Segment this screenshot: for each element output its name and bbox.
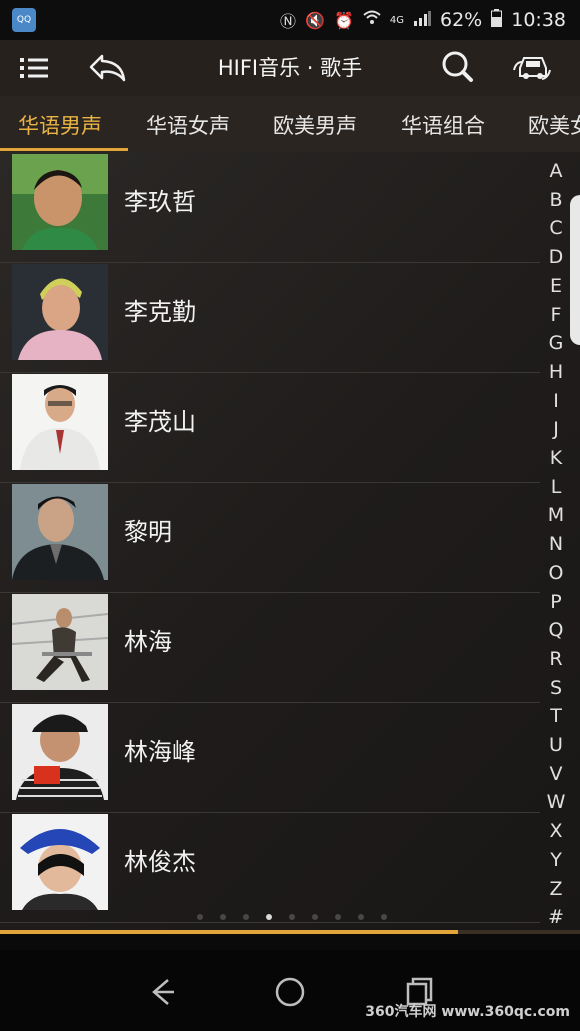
singer-row[interactable]: 李克勤 — [0, 262, 540, 373]
singer-row[interactable]: 黎明 — [0, 482, 540, 593]
alpha-index-letter[interactable]: S — [540, 677, 572, 699]
singer-avatar — [12, 814, 108, 910]
tab-chinese-female[interactable]: 华语女声 — [146, 96, 230, 152]
status-bar: QQ Ⓝ 🔇 ⏰ 4G 62% 10:38 — [0, 0, 580, 40]
watermark: 360汽车网 www.360qc.com — [365, 1004, 570, 1020]
alpha-index-letter[interactable]: Z — [540, 878, 572, 900]
alpha-index-letter[interactable]: T — [540, 705, 572, 727]
back-button[interactable] — [88, 48, 128, 88]
singer-row[interactable]: 李玖哲 — [0, 152, 540, 263]
home-circle-icon — [275, 977, 305, 1007]
alarm-icon: ⏰ — [333, 10, 354, 30]
car-sync-icon — [513, 57, 551, 80]
page-dot — [358, 914, 364, 920]
singer-avatar — [12, 484, 108, 580]
edge-panel-handle[interactable] — [570, 195, 580, 345]
alpha-index-letter[interactable]: B — [540, 189, 572, 211]
nfc-icon: Ⓝ — [280, 12, 297, 31]
page-dot — [266, 914, 272, 920]
menu-button[interactable] — [16, 48, 56, 88]
page-indicator — [0, 910, 580, 924]
singer-avatar — [12, 594, 108, 690]
alpha-index-letter[interactable]: N — [540, 533, 572, 555]
singer-name: 林海峰 — [124, 738, 196, 766]
alpha-index-letter[interactable]: Q — [540, 619, 572, 641]
battery-percent: 62% — [440, 9, 483, 31]
alpha-index-letter[interactable]: A — [540, 160, 572, 182]
alphabet-index[interactable]: A B C D E F G H I J K L M N O P Q R S T U V W X Y Z # — [540, 160, 572, 932]
singer-avatar — [12, 264, 108, 360]
alpha-index-letter[interactable]: E — [540, 275, 572, 297]
search-icon — [442, 51, 473, 82]
alpha-index-letter[interactable]: M — [540, 504, 572, 526]
singer-avatar — [12, 704, 108, 800]
page-dot — [220, 914, 226, 920]
signal-icon — [413, 10, 431, 30]
active-tab-indicator — [0, 148, 128, 151]
singer-name: 黎明 — [124, 518, 172, 546]
battery-icon — [491, 9, 503, 31]
alpha-index-letter[interactable]: O — [540, 562, 572, 584]
singer-row[interactable]: 李茂山 — [0, 372, 540, 483]
alpha-index-letter[interactable]: V — [540, 763, 572, 785]
alpha-index-letter[interactable]: W — [540, 791, 572, 813]
car-sync-button[interactable] — [512, 48, 552, 88]
singer-avatar — [12, 154, 108, 250]
page-title: HIFI音乐 · 歌手 — [217, 56, 363, 80]
page-dot — [335, 914, 341, 920]
alpha-index-letter[interactable]: G — [540, 332, 572, 354]
mute-icon: 🔇 — [305, 10, 325, 30]
alpha-index-letter[interactable]: H — [540, 361, 572, 383]
alpha-index-letter[interactable]: R — [540, 648, 572, 670]
nav-back-button[interactable] — [142, 972, 182, 1012]
clock: 10:38 — [511, 9, 566, 31]
alpha-index-letter[interactable]: U — [540, 734, 572, 756]
alpha-index-letter[interactable]: K — [540, 447, 572, 469]
singer-row[interactable]: 林海 — [0, 592, 540, 703]
page-dot — [289, 914, 295, 920]
page-dot — [381, 914, 387, 920]
category-tabs: 华语男声 华语女声 欧美男声 华语组合 欧美女声 — [0, 96, 580, 152]
singer-name: 李茂山 — [124, 408, 196, 436]
alpha-index-letter[interactable]: Y — [540, 849, 572, 871]
tab-western-female[interactable]: 欧美女声 — [528, 96, 580, 152]
tab-chinese-group[interactable]: 华语组合 — [401, 96, 485, 152]
alpha-index-letter[interactable]: D — [540, 246, 572, 268]
singer-name: 李克勤 — [124, 298, 196, 326]
page-dot — [243, 914, 249, 920]
status-indicators: Ⓝ 🔇 ⏰ 4G 62% 10:38 — [280, 0, 566, 40]
singer-name: 李玖哲 — [124, 188, 196, 216]
alpha-index-letter[interactable]: X — [540, 820, 572, 842]
app-notification-icon: QQ — [12, 8, 36, 32]
page-dot — [197, 914, 203, 920]
list-menu-icon — [20, 58, 48, 78]
singer-list: 李玖哲 李克勤 李茂山 黎明 林海 林海峰 林俊杰 — [0, 152, 580, 930]
alpha-index-letter[interactable]: C — [540, 217, 572, 239]
alpha-index-letter[interactable]: L — [540, 476, 572, 498]
tab-western-male[interactable]: 欧美男声 — [273, 96, 357, 152]
alpha-index-letter[interactable]: J — [540, 418, 572, 440]
app-header: HIFI音乐 · 歌手 — [0, 40, 580, 96]
network-type: 4G — [389, 14, 404, 26]
mini-player-strip — [0, 934, 580, 950]
back-arrow-icon — [152, 979, 174, 1005]
singer-name: 林海 — [124, 628, 172, 656]
alpha-index-letter[interactable]: F — [540, 304, 572, 326]
tab-chinese-male[interactable]: 华语男声 — [18, 96, 102, 152]
singer-avatar — [12, 374, 108, 470]
nav-home-button[interactable] — [270, 972, 310, 1012]
singer-row[interactable]: 林俊杰 — [0, 812, 540, 923]
wifi-icon — [363, 10, 381, 30]
system-nav-bar: 360汽车网 www.360qc.com — [0, 950, 580, 1031]
return-arrow-icon — [89, 54, 126, 82]
search-button[interactable] — [438, 48, 478, 88]
singer-row[interactable]: 林海峰 — [0, 702, 540, 813]
singer-name: 林俊杰 — [124, 848, 196, 876]
alpha-index-letter[interactable]: I — [540, 390, 572, 412]
alpha-index-letter[interactable]: P — [540, 591, 572, 613]
page-dot — [312, 914, 318, 920]
